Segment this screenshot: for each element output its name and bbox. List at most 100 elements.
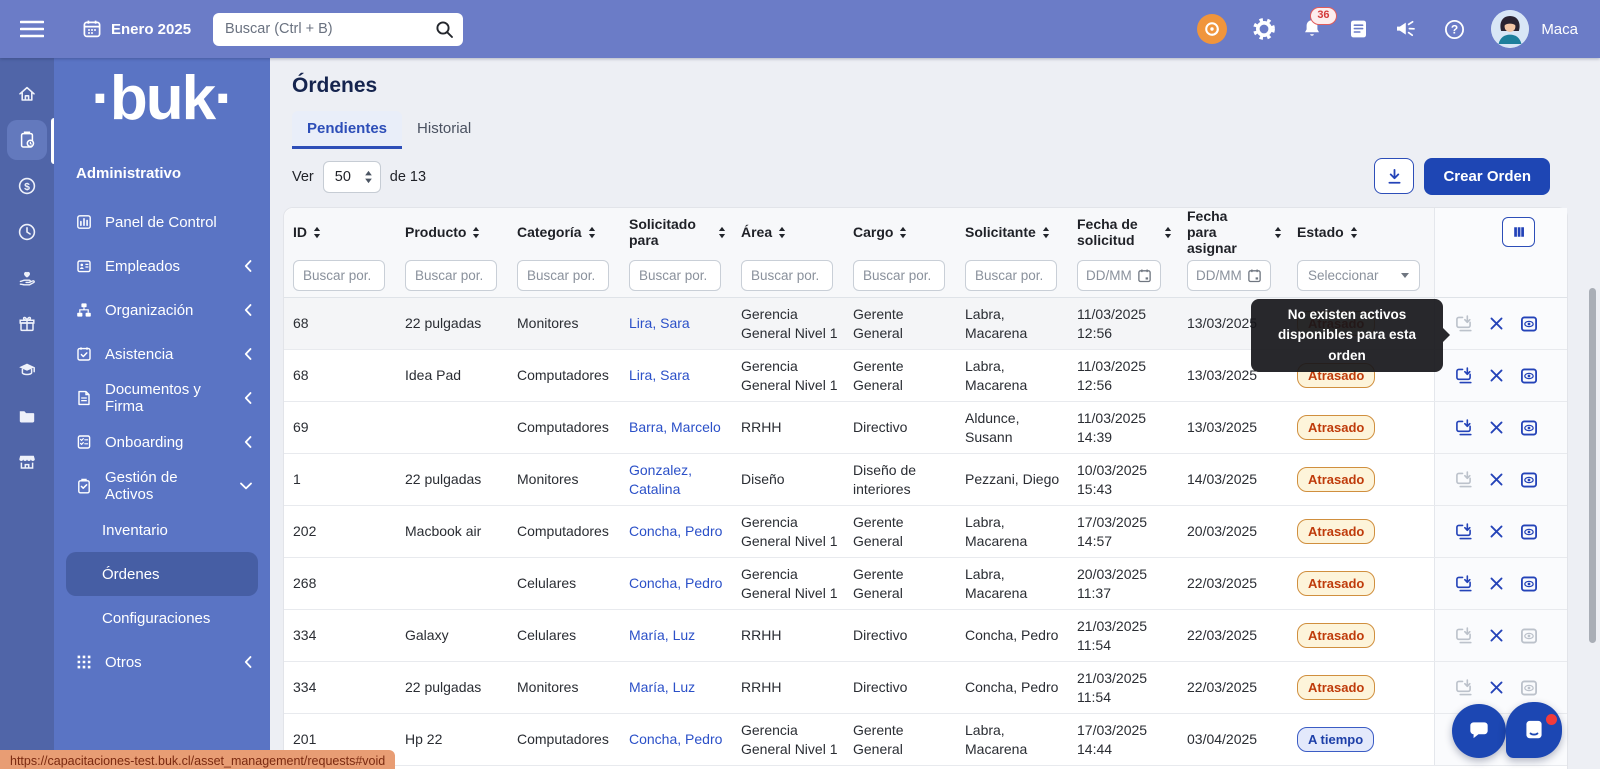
sort-icon[interactable] bbox=[1349, 226, 1359, 239]
sidebar-item-asistencia[interactable]: Asistencia bbox=[54, 332, 270, 376]
per-page-select[interactable]: 50 bbox=[323, 161, 381, 193]
col-header-estado[interactable]: Estado bbox=[1297, 208, 1434, 256]
sidebar-item-empleados[interactable]: Empleados bbox=[54, 244, 270, 288]
filter-cargo-input[interactable] bbox=[853, 260, 945, 291]
table-row[interactable]: 202 Macbook air Computadores Concha, Ped… bbox=[284, 506, 1567, 558]
messenger-button[interactable] bbox=[1506, 702, 1562, 758]
table-row[interactable]: 334 Galaxy Celulares María, Luz RRHH Dir… bbox=[284, 610, 1567, 662]
sort-icon[interactable] bbox=[717, 226, 727, 239]
table-row[interactable]: 69 Computadores Barra, Marcelo RRHH Dire… bbox=[284, 402, 1567, 454]
megaphone-icon[interactable] bbox=[1394, 18, 1418, 40]
col-header-fecha-solicitud[interactable]: Fecha de solicitud bbox=[1077, 208, 1187, 256]
filter-producto-input[interactable] bbox=[405, 260, 497, 291]
hand-heart-icon[interactable] bbox=[7, 258, 47, 298]
cancel-order-icon[interactable] bbox=[1489, 524, 1504, 539]
solicitado-para-link[interactable]: Concha, Pedro bbox=[629, 730, 722, 748]
assign-asset-icon[interactable] bbox=[1453, 469, 1474, 490]
sidebar-item-gestion-de-activos[interactable]: Gestión de Activos bbox=[54, 464, 270, 508]
filter-categoria-input[interactable] bbox=[517, 260, 609, 291]
view-order-icon[interactable] bbox=[1519, 626, 1539, 646]
clock-icon[interactable] bbox=[7, 212, 47, 252]
chat-bubble-button[interactable] bbox=[1452, 704, 1506, 758]
assign-asset-icon[interactable] bbox=[1453, 365, 1474, 386]
col-header-producto[interactable]: Producto bbox=[405, 208, 517, 256]
tab-pendientes[interactable]: Pendientes bbox=[292, 111, 402, 149]
sort-icon[interactable] bbox=[1273, 226, 1283, 239]
scrollbar-thumb[interactable] bbox=[1589, 288, 1596, 643]
assign-asset-icon[interactable] bbox=[1453, 677, 1474, 698]
col-header-area[interactable]: Área bbox=[741, 208, 853, 256]
sort-icon[interactable] bbox=[777, 226, 787, 239]
filter-id-input[interactable] bbox=[293, 260, 385, 291]
sidebar-item-organizacion[interactable]: Organización bbox=[54, 288, 270, 332]
search-input[interactable] bbox=[217, 21, 435, 37]
sidebar-subitem-ordenes[interactable]: Órdenes bbox=[66, 552, 258, 596]
gear-icon[interactable] bbox=[1252, 17, 1276, 41]
col-header-categoria[interactable]: Categoría bbox=[517, 208, 629, 256]
view-order-icon[interactable] bbox=[1519, 678, 1539, 698]
solicitado-para-link[interactable]: Barra, Marcelo bbox=[629, 418, 721, 436]
assign-asset-icon[interactable] bbox=[1453, 313, 1474, 334]
sidebar-item-otros[interactable]: Otros bbox=[54, 640, 270, 684]
filter-area-input[interactable] bbox=[741, 260, 833, 291]
view-order-icon[interactable] bbox=[1519, 366, 1539, 386]
global-search[interactable] bbox=[213, 13, 463, 46]
cancel-order-icon[interactable] bbox=[1489, 576, 1504, 591]
column-settings-button[interactable] bbox=[1502, 217, 1535, 247]
solicitado-para-link[interactable]: Lira, Sara bbox=[629, 366, 690, 384]
hamburger-icon[interactable] bbox=[20, 20, 44, 38]
sidebar-subitem-configuraciones[interactable]: Configuraciones bbox=[54, 596, 270, 640]
folder-icon[interactable] bbox=[7, 396, 47, 436]
view-order-icon[interactable] bbox=[1519, 470, 1539, 490]
avatar[interactable] bbox=[1491, 10, 1529, 48]
col-header-id[interactable]: ID bbox=[293, 208, 405, 256]
col-header-solicitante[interactable]: Solicitante bbox=[965, 208, 1077, 256]
view-order-icon[interactable] bbox=[1519, 418, 1539, 438]
sort-icon[interactable] bbox=[898, 226, 908, 239]
col-header-cargo[interactable]: Cargo bbox=[853, 208, 965, 256]
graduation-icon[interactable] bbox=[7, 350, 47, 390]
dollar-icon[interactable]: $ bbox=[7, 166, 47, 206]
tab-historial[interactable]: Historial bbox=[402, 111, 486, 149]
gift-icon[interactable] bbox=[7, 304, 47, 344]
create-order-button[interactable]: Crear Orden bbox=[1424, 158, 1550, 195]
sidebar-item-onboarding[interactable]: Onboarding bbox=[54, 420, 270, 464]
clipboard-clock-icon[interactable] bbox=[7, 120, 47, 160]
solicitado-para-link[interactable]: Gonzalez, Catalina bbox=[629, 461, 731, 498]
cancel-order-icon[interactable] bbox=[1489, 316, 1504, 331]
sidebar-item-documentos-y-firma[interactable]: Documentos y Firma bbox=[54, 376, 270, 420]
view-order-icon[interactable] bbox=[1519, 574, 1539, 594]
col-header-solicitado-para[interactable]: Solicitado para bbox=[629, 208, 741, 256]
cancel-order-icon[interactable] bbox=[1489, 368, 1504, 383]
table-row[interactable]: 1 22 pulgadas Monitores Gonzalez, Catali… bbox=[284, 454, 1567, 506]
sort-icon[interactable] bbox=[1041, 226, 1051, 239]
view-order-icon[interactable] bbox=[1519, 522, 1539, 542]
solicitado-para-link[interactable]: María, Luz bbox=[629, 678, 695, 696]
assign-asset-icon[interactable] bbox=[1453, 573, 1474, 594]
search-icon[interactable] bbox=[435, 20, 454, 39]
assign-asset-icon[interactable] bbox=[1453, 417, 1474, 438]
table-row[interactable]: 268 Celulares Concha, Pedro Gerencia Gen… bbox=[284, 558, 1567, 610]
assistant-icon[interactable] bbox=[1197, 14, 1227, 44]
filter-fecha-solicitud-date[interactable]: DD/MM bbox=[1077, 260, 1161, 291]
view-order-icon[interactable] bbox=[1519, 314, 1539, 334]
filter-solicitante-input[interactable] bbox=[965, 260, 1057, 291]
table-row[interactable]: 334 22 pulgadas Monitores María, Luz RRH… bbox=[284, 662, 1567, 714]
filter-estado-select[interactable]: Seleccionar bbox=[1297, 260, 1420, 291]
store-icon[interactable] bbox=[7, 442, 47, 482]
sort-icon[interactable] bbox=[1163, 226, 1173, 239]
cancel-order-icon[interactable] bbox=[1489, 680, 1504, 695]
filter-fecha-asignar-date[interactable]: DD/MM bbox=[1187, 260, 1271, 291]
solicitado-para-link[interactable]: Concha, Pedro bbox=[629, 522, 722, 540]
cancel-order-icon[interactable] bbox=[1489, 472, 1504, 487]
notifications-button[interactable]: 36 bbox=[1301, 18, 1323, 40]
home-icon[interactable] bbox=[7, 74, 47, 114]
cancel-order-icon[interactable] bbox=[1489, 420, 1504, 435]
col-header-fecha-asignar[interactable]: Fecha para asignar bbox=[1187, 208, 1297, 256]
table-row[interactable]: 201 Hp 22 Computadores Concha, Pedro Ger… bbox=[284, 714, 1567, 766]
solicitado-para-link[interactable]: María, Luz bbox=[629, 626, 695, 644]
sidebar-item-panel-de-control[interactable]: Panel de Control bbox=[54, 200, 270, 244]
cancel-order-icon[interactable] bbox=[1489, 628, 1504, 643]
sort-icon[interactable] bbox=[471, 226, 481, 239]
sort-icon[interactable] bbox=[312, 226, 322, 239]
